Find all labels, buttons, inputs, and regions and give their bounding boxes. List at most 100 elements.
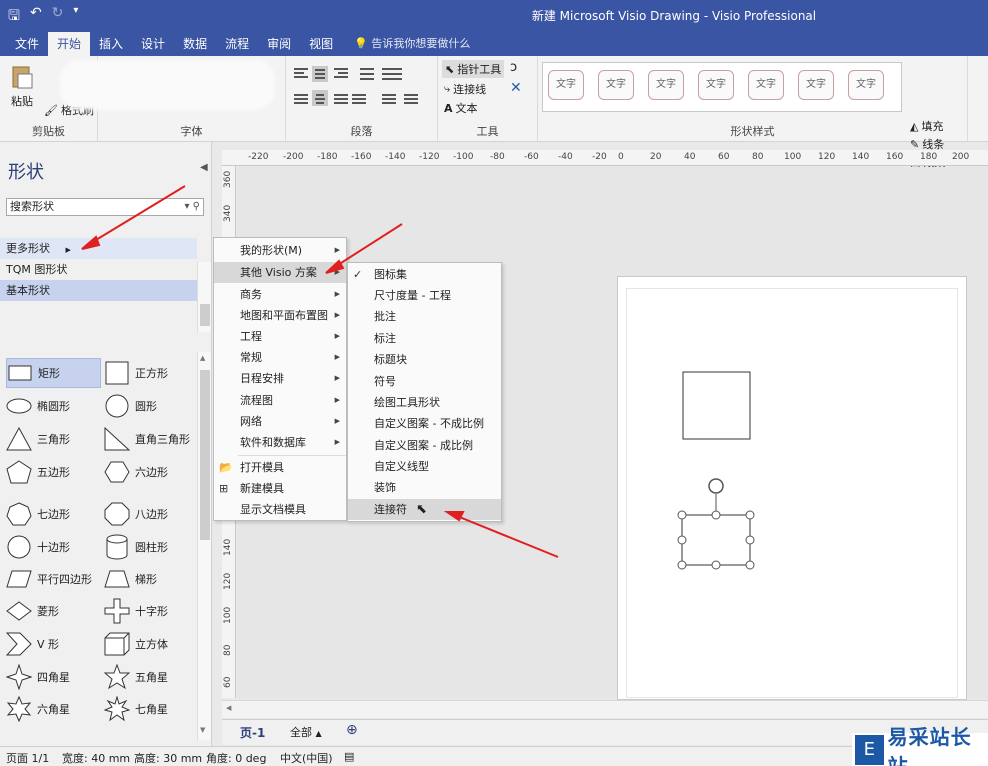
style-sample-1[interactable]: 文字	[548, 70, 584, 100]
menu-item-schedule[interactable]: 日程安排 ▶	[214, 368, 346, 389]
collapse-pane-icon[interactable]: ◀	[200, 162, 208, 173]
tab-data[interactable]: 数据	[174, 32, 216, 56]
connector-button[interactable]: ⤷ 连接线	[444, 81, 486, 97]
submenu-item-decorations[interactable]: 装饰	[348, 477, 501, 498]
submenu-item-custom-line-patterns[interactable]: 自定义线型	[348, 456, 501, 477]
style-sample-4[interactable]: 文字	[698, 70, 734, 100]
shape-parallelogram[interactable]: 平行四边形	[6, 564, 101, 594]
shape-decagon[interactable]: 十边形	[6, 532, 101, 562]
tell-me-box[interactable]: 💡 告诉我你想要做什么	[342, 32, 470, 56]
tab-home[interactable]: 开始	[48, 32, 91, 56]
fill-button[interactable]: ◭ 填充	[910, 118, 943, 134]
tab-file[interactable]: 文件	[6, 32, 48, 56]
stencil-list-scrollbar[interactable]	[197, 262, 211, 332]
submenu-item-custom-patterns-scaled[interactable]: 自定义图案 - 成比例	[348, 435, 501, 456]
tab-insert[interactable]: 插入	[90, 32, 132, 56]
scroll-thumb[interactable]	[200, 370, 210, 540]
shape-cylinder[interactable]: 圆柱形	[104, 532, 199, 562]
submenu-item-annotations[interactable]: 批注	[348, 306, 501, 327]
pointer-tool-button[interactable]: ⬉ 指针工具	[442, 60, 505, 78]
menu-item-show-document-stencil[interactable]: 显示文档模具	[214, 499, 346, 520]
scroll-left-icon[interactable]: ◀	[226, 704, 231, 712]
menu-item-other-visio-solutions[interactable]: 其他 Visio 方案 ▶	[214, 262, 346, 283]
checkmark-icon: ✓	[353, 268, 363, 281]
style-sample-7[interactable]: 文字	[848, 70, 884, 100]
horizontal-scrollbar[interactable]: ◀	[222, 700, 988, 718]
tab-process[interactable]: 流程	[216, 32, 258, 56]
shape-6-point-star[interactable]: 六角星	[6, 694, 101, 724]
tab-review[interactable]: 审阅	[258, 32, 300, 56]
shape-chevron[interactable]: V 形	[6, 629, 101, 659]
all-pages-tab[interactable]: 全部 ▲	[290, 724, 322, 740]
paragraph-align-icons[interactable]	[292, 64, 432, 112]
style-sample-6[interactable]: 文字	[798, 70, 834, 100]
menu-item-my-shapes[interactable]: 我的形状(M) ▶	[214, 240, 346, 261]
shape-circle[interactable]: 圆形	[104, 391, 199, 421]
search-shapes-input[interactable]: 搜索形状 ▾ ⚲	[6, 198, 204, 216]
style-sample-5[interactable]: 文字	[748, 70, 784, 100]
shape-7-point-star[interactable]: 七角星	[104, 694, 199, 724]
shape-ellipse[interactable]: 椭圆形	[6, 391, 101, 421]
menu-item-flowchart[interactable]: 流程图 ▶	[214, 390, 346, 411]
stencil-more-shapes[interactable]: 更多形状 ▶	[0, 238, 197, 259]
ruler-tick: -200	[283, 152, 304, 162]
menu-item-label: 日程安排	[240, 372, 284, 385]
shape-4-point-star[interactable]: 四角星	[6, 662, 101, 692]
tab-view[interactable]: 视图	[300, 32, 342, 56]
status-language[interactable]: 中文(中国)	[280, 750, 333, 766]
add-page-icon[interactable]: ⊕	[346, 722, 358, 738]
submenu-item-icon-sets[interactable]: ✓ 图标集	[348, 264, 501, 285]
shape-cube[interactable]: 立方体	[104, 629, 199, 659]
scroll-down-icon[interactable]: ▼	[200, 726, 205, 734]
menu-item-label: 新建模具	[240, 482, 284, 495]
macro-record-icon[interactable]: ▤	[344, 750, 354, 763]
shape-octagon[interactable]: 八边形	[104, 499, 199, 529]
shape-rectangle[interactable]: 矩形	[6, 358, 101, 388]
chevron-right-icon: ▶	[334, 290, 340, 298]
menu-item-engineering[interactable]: 工程 ▶	[214, 326, 346, 347]
style-sample-2[interactable]: 文字	[598, 70, 634, 100]
stencil-basic-shapes[interactable]: 基本形状	[0, 280, 197, 301]
submenu-item-custom-patterns-unscaled[interactable]: 自定义图案 - 不成比例	[348, 413, 501, 434]
submenu-item-title-blocks[interactable]: 标题块	[348, 349, 501, 370]
shapes-scrollbar[interactable]: ▲ ▼	[197, 352, 211, 740]
shape-hexagon[interactable]: 六边形	[104, 457, 199, 487]
shape-5-point-star[interactable]: 五角星	[104, 662, 199, 692]
shape-pentagon[interactable]: 五边形	[6, 457, 101, 487]
submenu-item-dimensioning[interactable]: 尺寸度量 - 工程	[348, 285, 501, 306]
shape-label: 圆柱形	[135, 541, 168, 554]
shape-heptagon[interactable]: 七边形	[6, 499, 101, 529]
menu-item-software-database[interactable]: 软件和数据库 ▶	[214, 432, 346, 453]
menu-item-open-stencil[interactable]: 📂 打开模具	[214, 457, 346, 478]
scroll-thumb[interactable]	[200, 304, 210, 326]
submenu-item-callouts[interactable]: 标注	[348, 328, 501, 349]
menu-item-general[interactable]: 常规 ▶	[214, 347, 346, 368]
close-x-icon[interactable]: ✕	[510, 80, 522, 96]
tab-design[interactable]: 设计	[132, 32, 174, 56]
page-tab-1[interactable]: 页-1	[240, 724, 265, 741]
submenu-item-drawing-tool-shapes[interactable]: 绘图工具形状	[348, 392, 501, 413]
status-page[interactable]: 页面 1/1	[6, 750, 49, 766]
menu-item-maps[interactable]: 地图和平面布置图 ▶	[214, 305, 346, 326]
shape-diamond[interactable]: 菱形	[6, 596, 101, 626]
text-tool-button[interactable]: A 文本	[444, 100, 478, 116]
paste-button[interactable]: 粘贴	[10, 64, 34, 109]
menu-item-new-stencil[interactable]: ⊞ 新建模具	[214, 478, 346, 499]
drawn-square[interactable]	[682, 371, 751, 440]
curve-tool-icon[interactable]: ↄ	[510, 60, 517, 75]
stencil-tqm[interactable]: TQM 图形状	[0, 259, 197, 280]
submenu-item-symbols[interactable]: 符号	[348, 371, 501, 392]
shape-square[interactable]: 正方形	[104, 358, 199, 388]
style-sample-3[interactable]: 文字	[648, 70, 684, 100]
shape-trapezoid[interactable]: 梯形	[104, 564, 199, 594]
shape-cross[interactable]: 十字形	[104, 596, 199, 626]
menu-item-business[interactable]: 商务 ▶	[214, 284, 346, 305]
menu-item-network[interactable]: 网络 ▶	[214, 411, 346, 432]
selected-rectangle[interactable]	[677, 478, 755, 570]
search-icon[interactable]: ▾ ⚲	[184, 199, 200, 215]
scroll-up-icon[interactable]: ▲	[200, 354, 205, 362]
shape-triangle[interactable]: 三角形	[6, 424, 101, 454]
text-icon: A	[444, 101, 453, 115]
submenu-item-connectors[interactable]: 连接符 ⬉	[348, 499, 501, 520]
shape-right-triangle[interactable]: 直角三角形	[104, 424, 199, 454]
